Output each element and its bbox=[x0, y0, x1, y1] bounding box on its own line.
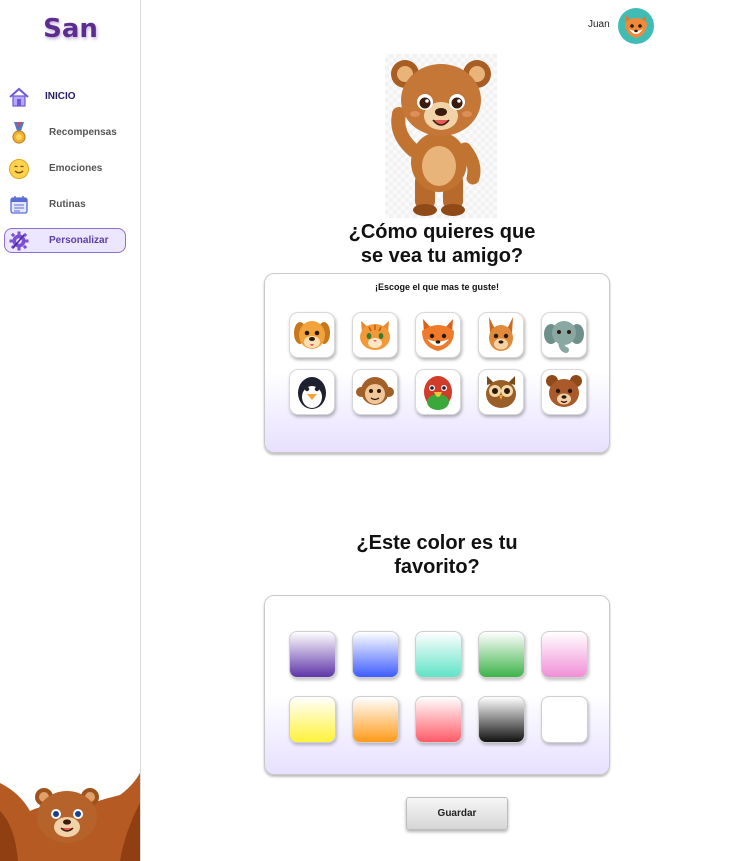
friend-preview-image bbox=[385, 54, 497, 218]
animal-option-dog[interactable] bbox=[289, 312, 335, 358]
bear-mascot-icon bbox=[0, 771, 140, 861]
animal-option-kangaroo[interactable] bbox=[478, 312, 524, 358]
animal-option-monkey[interactable] bbox=[352, 369, 398, 415]
kangaroo-icon bbox=[489, 317, 513, 351]
animal-option-fox[interactable] bbox=[415, 312, 461, 358]
color-swatch-red[interactable] bbox=[415, 696, 462, 743]
sidebar-item-label: Rutinas bbox=[49, 199, 86, 210]
sidebar-item-recompensas[interactable]: Recompensas bbox=[4, 120, 126, 145]
sidebar-item-rutinas[interactable]: Rutinas bbox=[4, 192, 126, 217]
sidebar-item-label: Personalizar bbox=[49, 235, 109, 246]
friend-title-line2: se vea tu amigo? bbox=[360, 245, 524, 267]
animal-option-elephant[interactable] bbox=[541, 312, 587, 358]
monkey-icon bbox=[356, 377, 394, 405]
calendar-icon bbox=[7, 193, 31, 217]
cat-icon bbox=[360, 321, 390, 350]
friend-picker-subtitle: ¡Escoge el que mas te guste! bbox=[374, 282, 500, 292]
sidebar-nav: INICIO Recompensas Emociones Rutinas Per… bbox=[4, 84, 126, 264]
smiley-icon bbox=[7, 157, 31, 181]
save-button[interactable]: Guardar bbox=[406, 797, 508, 830]
sidebar-item-label: Recompensas bbox=[49, 127, 117, 138]
animal-option-bear[interactable] bbox=[541, 369, 587, 415]
color-swatch-pink[interactable] bbox=[541, 631, 588, 678]
friend-section-title: ¿Cómo quieres que se vea tu amigo? bbox=[312, 220, 572, 268]
friend-title-line1: ¿Cómo quieres que bbox=[348, 221, 536, 243]
elephant-icon bbox=[544, 321, 584, 353]
color-swatch-green[interactable] bbox=[478, 631, 525, 678]
dog-icon bbox=[294, 321, 330, 349]
fox-icon bbox=[422, 319, 454, 351]
animal-option-penguin[interactable] bbox=[289, 369, 335, 415]
house-icon bbox=[7, 85, 31, 109]
color-swatch-aqua[interactable] bbox=[415, 631, 462, 678]
color-swatch-yellow[interactable] bbox=[289, 696, 336, 743]
sidebar-item-label: Emociones bbox=[49, 163, 103, 174]
color-swatch-blue[interactable] bbox=[352, 631, 399, 678]
color-title-line1: ¿Este color es tu bbox=[356, 532, 518, 554]
color-picker-card bbox=[264, 595, 610, 775]
color-swatch-purple[interactable] bbox=[289, 631, 336, 678]
sidebar-item-personalizar[interactable]: Personalizar bbox=[4, 228, 126, 253]
bear-icon bbox=[546, 375, 582, 407]
color-swatch-white[interactable] bbox=[541, 696, 588, 743]
owl-icon bbox=[486, 376, 516, 408]
sidebar-item-inicio[interactable]: INICIO bbox=[4, 84, 126, 109]
user-name: Juan bbox=[588, 19, 610, 30]
animal-option-parrot[interactable] bbox=[415, 369, 461, 415]
sidebar-item-label: INICIO bbox=[45, 91, 76, 102]
color-section-title: ¿Este color es tu favorito? bbox=[307, 531, 567, 579]
medal-icon bbox=[7, 121, 31, 145]
color-swatch-black[interactable] bbox=[478, 696, 525, 743]
app-logo: San bbox=[43, 14, 98, 44]
fox-avatar-icon[interactable] bbox=[618, 8, 654, 44]
sidebar: San INICIO Recompensas Emociones Rutinas… bbox=[0, 0, 141, 861]
gear-icon bbox=[7, 229, 31, 253]
color-title-line2: favorito? bbox=[394, 556, 480, 578]
sidebar-item-emociones[interactable]: Emociones bbox=[4, 156, 126, 181]
animal-option-owl[interactable] bbox=[478, 369, 524, 415]
friend-picker-card: ¡Escoge el que mas te guste! bbox=[264, 273, 610, 453]
parrot-icon bbox=[424, 376, 452, 410]
penguin-icon bbox=[298, 377, 326, 409]
color-swatch-orange[interactable] bbox=[352, 696, 399, 743]
animal-option-cat[interactable] bbox=[352, 312, 398, 358]
